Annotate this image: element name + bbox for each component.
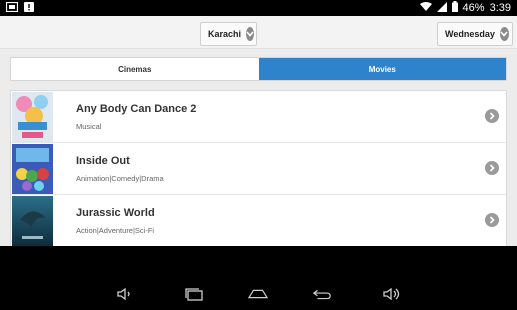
volume-down-icon[interactable] (115, 286, 135, 302)
movie-row[interactable]: Inside Out Animation|Comedy|Drama (11, 143, 506, 195)
movie-title: Any Body Can Dance 2 (76, 103, 197, 115)
city-select-value: Karachi (208, 29, 242, 39)
battery-icon (451, 1, 458, 15)
tab-cinemas[interactable]: Cinemas (11, 58, 259, 80)
chevron-down-icon (499, 27, 509, 41)
chevron-right-icon (485, 109, 499, 123)
battery-percent: 46% (462, 2, 485, 14)
chevron-right-icon (485, 213, 499, 227)
home-icon[interactable] (248, 286, 268, 302)
movie-genre: Animation|Comedy|Drama (76, 174, 164, 183)
movie-poster (12, 92, 53, 142)
movie-genre: Musical (76, 122, 102, 131)
city-select[interactable]: Karachi (200, 22, 257, 46)
movie-title: Jurassic World (76, 207, 155, 219)
navigation-bar (0, 246, 517, 310)
signal-icon (436, 1, 447, 15)
movie-poster (12, 196, 53, 246)
movie-genre: Action|Adventure|Sci-Fi (76, 226, 155, 235)
filter-bar: Karachi Wednesday (0, 16, 517, 49)
app-content: Karachi Wednesday Cinemas Movies Any Bod… (0, 16, 517, 246)
chevron-right-icon (485, 161, 499, 175)
status-bar: 46% 3:39 (0, 0, 517, 16)
chevron-down-icon (246, 27, 255, 41)
movie-row[interactable]: Jurassic World Action|Adventure|Sci-Fi (11, 195, 506, 246)
screenshot-notification-icon (5, 1, 19, 15)
movie-list: Any Body Can Dance 2 Musical Inside Out (10, 90, 507, 246)
volume-up-icon[interactable] (382, 286, 402, 302)
movie-title: Inside Out (76, 155, 130, 167)
movie-poster (12, 144, 53, 194)
movie-row[interactable]: Any Body Can Dance 2 Musical (11, 91, 506, 143)
recent-apps-icon[interactable] (184, 286, 204, 302)
alert-notification-icon (24, 2, 34, 15)
tab-movies[interactable]: Movies (258, 58, 506, 80)
clock: 3:39 (489, 2, 511, 14)
day-select-value: Wednesday (445, 29, 495, 39)
wifi-icon (419, 1, 432, 15)
day-select[interactable]: Wednesday (437, 22, 513, 46)
back-icon[interactable] (312, 286, 332, 302)
view-tabs: Cinemas Movies (10, 57, 507, 81)
